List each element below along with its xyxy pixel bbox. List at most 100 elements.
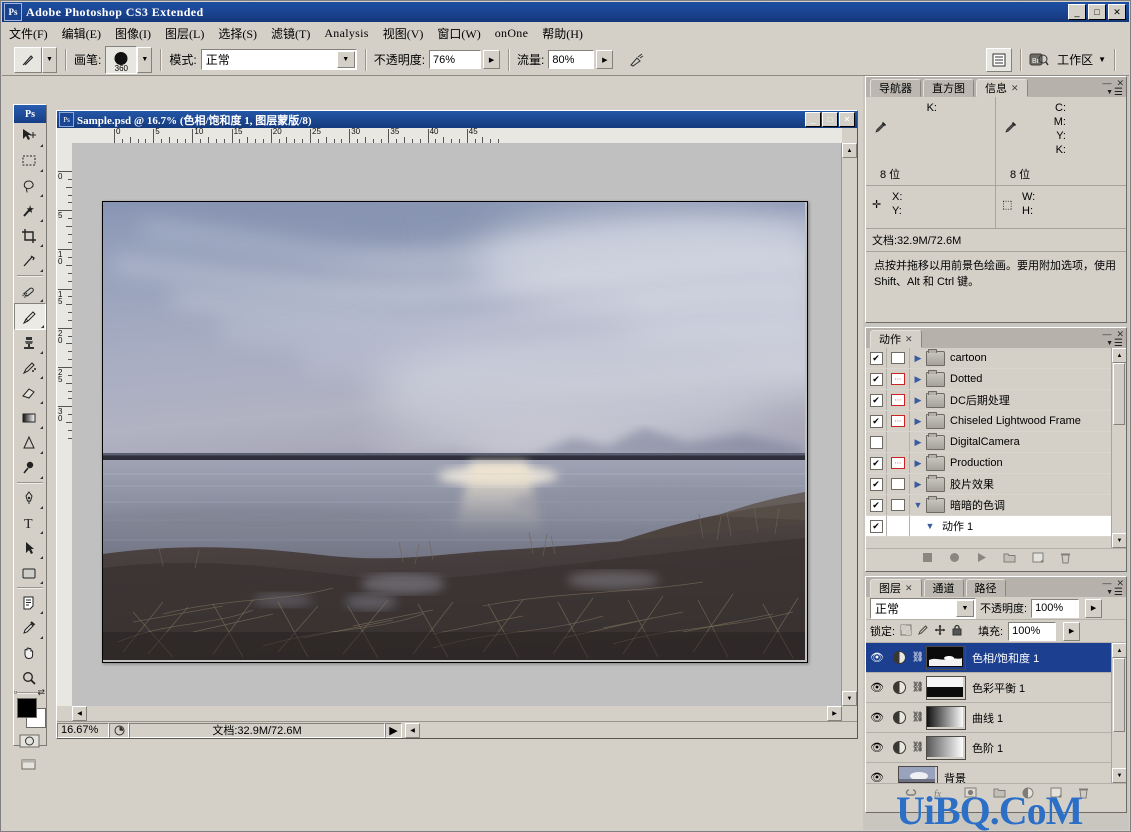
- expand-triangle-icon[interactable]: ▶: [910, 416, 926, 427]
- toggle-dialog-cell[interactable]: ⋯: [887, 453, 910, 473]
- action-row[interactable]: ▶ DigitalCamera: [866, 432, 1126, 453]
- menu-filter[interactable]: 滤镜(T): [264, 23, 317, 44]
- dialog-box-icon[interactable]: [891, 499, 905, 511]
- close-icon[interactable]: ✕: [905, 583, 913, 594]
- checkbox-icon[interactable]: ✔: [869, 519, 883, 533]
- fill-slider-caret-icon[interactable]: ▶: [1063, 621, 1081, 641]
- layer-row[interactable]: 👁 ⛓ 色阶 1: [866, 733, 1126, 763]
- toggle-item-cell[interactable]: [866, 432, 887, 452]
- tool-history-brush[interactable]: [14, 355, 44, 380]
- checkbox-icon[interactable]: ✔: [869, 351, 883, 365]
- panel-menu-icon[interactable]: ▼ ☰: [1106, 587, 1123, 598]
- close-icon[interactable]: ✕: [905, 334, 913, 345]
- layer-blend-mode-select[interactable]: 正常 ▼: [870, 597, 976, 619]
- scroll-up-icon[interactable]: ▲: [842, 143, 857, 158]
- checkbox-icon[interactable]: ✔: [869, 456, 883, 470]
- link-icon[interactable]: [904, 787, 918, 801]
- image-canvas[interactable]: [102, 201, 808, 663]
- action-row[interactable]: ✔ ▼ 暗暗的色调: [866, 495, 1126, 516]
- menu-select[interactable]: 选择(S): [211, 23, 264, 44]
- scroll-left-icon[interactable]: ◀: [72, 706, 87, 721]
- flow-input[interactable]: 80%: [548, 50, 595, 69]
- tool-crop[interactable]: [14, 223, 44, 248]
- canvas-horizontal-scrollbar[interactable]: ◀ ▶: [72, 706, 842, 721]
- record-icon[interactable]: [949, 552, 960, 566]
- toggle-dialog-cell[interactable]: [887, 432, 910, 452]
- layer-row[interactable]: 👁 背景: [866, 763, 1126, 783]
- tool-brush[interactable]: [14, 303, 46, 330]
- toggle-item-cell[interactable]: ✔: [866, 369, 887, 389]
- menu-layer[interactable]: 图层(L): [158, 23, 211, 44]
- zoom-level-input[interactable]: 16.67%: [57, 722, 109, 738]
- opacity-slider-caret-icon[interactable]: ▶: [1085, 598, 1103, 618]
- tab-histogram[interactable]: 直方图: [923, 79, 974, 97]
- action-row[interactable]: ✔ ⋯ ▶ Chiseled Lightwood Frame: [866, 411, 1126, 432]
- new-action-icon[interactable]: [1032, 552, 1044, 566]
- mask-link-icon[interactable]: ⛓: [910, 742, 926, 753]
- workspace-label[interactable]: 工作区: [1057, 51, 1093, 68]
- visibility-icon[interactable]: 👁: [866, 741, 888, 754]
- tool-magic-wand[interactable]: [14, 198, 44, 223]
- tool-blur[interactable]: [14, 430, 44, 455]
- tool-marquee[interactable]: [14, 148, 44, 173]
- expand-triangle-icon[interactable]: ▶: [910, 479, 926, 490]
- toggle-dialog-cell[interactable]: ⋯: [887, 369, 910, 389]
- layer-fill-input[interactable]: 100%: [1008, 621, 1057, 641]
- checkbox-icon[interactable]: ✔: [869, 414, 883, 428]
- layer-mask-thumbnail[interactable]: [926, 735, 966, 760]
- scroll-thumb[interactable]: [1113, 658, 1125, 732]
- menu-analysis[interactable]: Analysis: [317, 24, 375, 43]
- doc-maximize-button[interactable]: □: [822, 112, 838, 127]
- layer-row[interactable]: 👁 ⛓ 色彩平衡 1: [866, 673, 1126, 703]
- tool-hand[interactable]: [14, 640, 44, 665]
- doc-minimize-button[interactable]: _: [805, 112, 821, 127]
- toggle-item-cell[interactable]: ✔: [866, 495, 887, 515]
- checkbox-icon[interactable]: [869, 435, 883, 449]
- horizontal-ruler[interactable]: 0 5 10 15 20 25 30 35 40 45: [72, 128, 842, 144]
- current-tool-icon[interactable]: [14, 46, 42, 73]
- layer-mask-thumbnail[interactable]: [926, 645, 966, 670]
- mask-link-icon[interactable]: ⛓: [910, 682, 926, 693]
- tab-layers[interactable]: 图层 ✕: [870, 579, 922, 597]
- swap-colors-icon[interactable]: ⇄: [37, 687, 45, 698]
- status-resize-icon[interactable]: ◀: [405, 722, 420, 738]
- delete-icon[interactable]: [1078, 787, 1089, 802]
- tab-info[interactable]: 信息 ✕: [976, 79, 1028, 97]
- fx-icon[interactable]: fx: [934, 787, 948, 802]
- tool-healing-brush[interactable]: [14, 278, 44, 303]
- menu-view[interactable]: 视图(V): [376, 23, 431, 44]
- opacity-input[interactable]: 76%: [429, 50, 482, 69]
- tab-navigator[interactable]: 导航器: [870, 79, 921, 97]
- tool-dodge[interactable]: [14, 455, 44, 480]
- tool-clone-stamp[interactable]: [14, 330, 44, 355]
- toggle-dialog-cell[interactable]: ⋯: [887, 390, 910, 410]
- tab-actions[interactable]: 动作 ✕: [870, 330, 922, 348]
- dock-expand-arrows-icon[interactable]: [855, 48, 864, 68]
- tool-notes[interactable]: [14, 590, 44, 615]
- action-row[interactable]: ✔ ⋯ ▶ Dotted: [866, 369, 1126, 390]
- mask-link-icon[interactable]: ⛓: [910, 712, 926, 723]
- action-row[interactable]: ✔ ▼ 动作 1: [866, 516, 1126, 537]
- mask-link-icon[interactable]: ⛓: [910, 652, 926, 663]
- new-layer-icon[interactable]: [1050, 787, 1062, 801]
- dialog-box-icon[interactable]: ⋯: [891, 457, 905, 469]
- blend-mode-select[interactable]: 正常 ▼: [200, 49, 357, 70]
- screen-mode-toggle[interactable]: [14, 752, 44, 777]
- toggle-dialog-cell[interactable]: [887, 516, 910, 536]
- scroll-up-icon[interactable]: ▲: [1112, 643, 1126, 658]
- visibility-icon[interactable]: 👁: [866, 651, 888, 664]
- lock-image-icon[interactable]: [917, 624, 929, 639]
- status-menu-caret-icon[interactable]: ▶: [385, 722, 402, 738]
- quick-mask-toggle[interactable]: [14, 730, 46, 752]
- actions-list[interactable]: ✔ ▶ cartoon ✔ ⋯ ▶ Dotted ✔ ⋯ ▶ DC后期处理 ✔ …: [866, 348, 1126, 548]
- minimize-button[interactable]: _: [1068, 4, 1086, 20]
- airbrush-toggle-icon[interactable]: [623, 46, 652, 73]
- collapse-triangle-icon[interactable]: ▼: [922, 521, 938, 531]
- layer-row[interactable]: 👁 ⛓ 色相/饱和度 1: [866, 643, 1126, 673]
- tool-pen[interactable]: [14, 485, 44, 510]
- mask-icon[interactable]: [964, 787, 977, 801]
- toggle-item-cell[interactable]: ✔: [866, 348, 887, 368]
- dialog-box-icon[interactable]: [891, 352, 905, 364]
- expand-triangle-icon[interactable]: ▶: [910, 353, 926, 364]
- visibility-icon[interactable]: 👁: [866, 711, 888, 724]
